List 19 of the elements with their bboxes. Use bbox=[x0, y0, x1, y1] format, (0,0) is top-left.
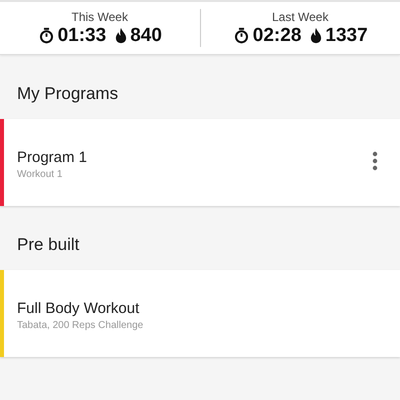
program-card[interactable]: Full Body Workout Tabata, 200 Reps Challenge bbox=[0, 270, 400, 357]
calories-value: 1337 bbox=[325, 24, 368, 46]
program-name: Full Body Workout bbox=[17, 300, 140, 317]
time-value: 02:28 bbox=[252, 24, 302, 46]
section-title: Pre built bbox=[16, 234, 80, 256]
program-name: Program 1 bbox=[17, 149, 88, 166]
program-subtitle: Workout 1 bbox=[17, 169, 64, 180]
program-subtitle: Tabata, 200 Reps Challenge bbox=[17, 320, 144, 331]
section-title: My Programs bbox=[16, 83, 120, 105]
stat-label: This Week bbox=[72, 10, 128, 24]
stat-label: Last Week bbox=[272, 10, 328, 24]
stopwatch-icon bbox=[232, 27, 250, 44]
more-icon[interactable] bbox=[372, 150, 378, 170]
time-value: 01:33 bbox=[58, 24, 106, 46]
flame-icon bbox=[310, 27, 322, 44]
flame-icon bbox=[115, 27, 128, 44]
calories-value: 840 bbox=[130, 24, 162, 46]
stopwatch-icon bbox=[38, 27, 55, 44]
program-card[interactable]: Program 1 Workout 1 bbox=[0, 119, 400, 206]
